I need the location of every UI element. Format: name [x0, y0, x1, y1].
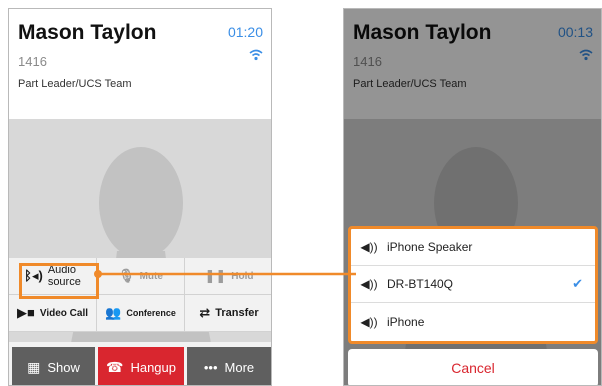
- transfer-icon: ⇄: [199, 305, 211, 320]
- cancel-button[interactable]: Cancel: [348, 349, 598, 385]
- speaker-icon: ◀)): [360, 314, 378, 329]
- hangup-label: Hangup: [130, 359, 176, 375]
- bottom-bar: ▦ Show ☎ Hangup ••• More: [9, 342, 271, 385]
- mute-button[interactable]: 🎙 Mute: [97, 258, 185, 295]
- wifi-icon: [249, 49, 263, 61]
- hangup-icon: ☎: [106, 358, 124, 375]
- hold-label: Hold: [231, 270, 254, 282]
- audio-source-highlight: [19, 263, 99, 299]
- checkmark-icon: ✔: [572, 276, 583, 291]
- pause-icon: ❚❚: [204, 268, 227, 283]
- contact-extension: 1416: [18, 54, 47, 69]
- show-label: Show: [47, 359, 80, 375]
- more-label: More: [224, 359, 255, 375]
- contact-name: Mason Taylon: [18, 21, 157, 44]
- audio-source-option-label: iPhone Speaker: [387, 240, 473, 254]
- transfer-label: Transfer: [215, 307, 259, 319]
- hangup-button[interactable]: ☎ Hangup: [98, 347, 184, 385]
- keypad-icon: ▦: [27, 358, 41, 375]
- conference-button[interactable]: 👥 Conference: [97, 295, 185, 332]
- show-button[interactable]: ▦ Show: [12, 347, 95, 385]
- audio-source-option[interactable]: ◀)) iPhone Speaker: [351, 229, 595, 266]
- hold-button[interactable]: ❚❚ Hold: [185, 258, 271, 295]
- audio-source-option[interactable]: ◀)) DR-BT140Q ✔: [351, 266, 595, 303]
- audio-source-option[interactable]: ◀)) iPhone: [351, 303, 595, 340]
- speaker-icon: ◀)): [360, 240, 378, 254]
- conference-label: Conference: [126, 308, 176, 318]
- more-button[interactable]: ••• More: [187, 347, 271, 385]
- contact-role: Part Leader/UCS Team: [18, 78, 132, 90]
- audio-source-screen: Mason Taylon 1416 Part Leader/UCS Team 0…: [343, 8, 602, 386]
- video-call-button[interactable]: ▶■ Video Call: [9, 295, 97, 332]
- mute-label: Mute: [139, 270, 163, 282]
- call-screen: Mason Taylon 1416 Part Leader/UCS Team 0…: [8, 8, 272, 386]
- speaker-icon: ◀)): [360, 277, 378, 291]
- transfer-button[interactable]: ⇄ Transfer: [185, 295, 271, 332]
- audio-source-option-label: iPhone: [387, 314, 425, 329]
- call-timer: 01:20: [227, 24, 263, 40]
- video-camera-icon: ▶■: [16, 305, 35, 320]
- mic-off-icon: 🎙: [118, 268, 135, 283]
- conference-icon: 👥: [105, 305, 122, 320]
- call-header: Mason Taylon 1416 Part Leader/UCS Team 0…: [9, 9, 271, 119]
- more-dots-icon: •••: [203, 359, 218, 375]
- video-call-label: Video Call: [39, 307, 89, 319]
- audio-source-sheet: ◀)) iPhone Speaker ◀)) DR-BT140Q ✔ ◀)) i…: [348, 226, 598, 344]
- audio-source-option-label: DR-BT140Q: [387, 277, 454, 291]
